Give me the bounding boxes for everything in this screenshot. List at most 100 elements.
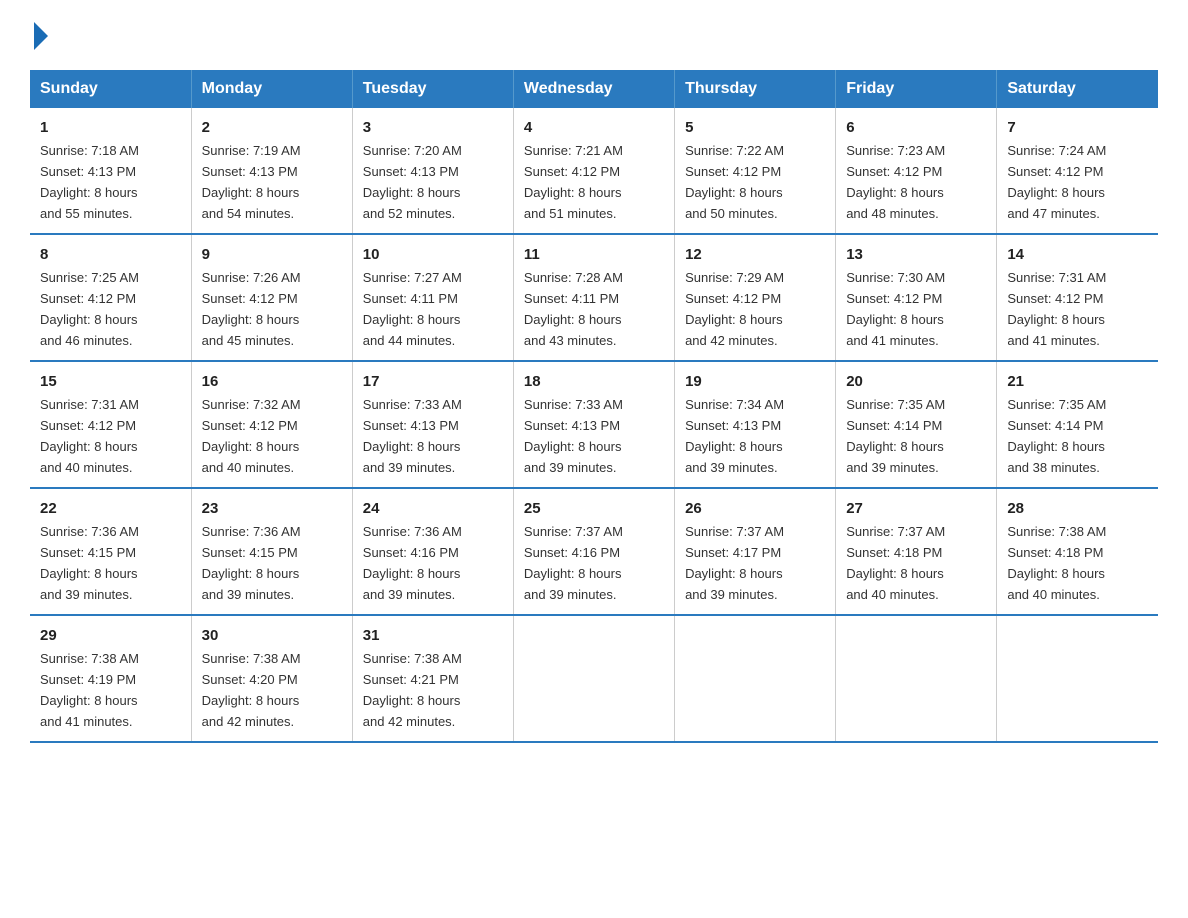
daylight-minutes: and 48 minutes.: [846, 206, 939, 221]
sunset-info: Sunset: 4:12 PM: [685, 164, 781, 179]
sunrise-info: Sunrise: 7:37 AM: [846, 524, 945, 539]
daylight-label: Daylight: 8 hours: [40, 312, 138, 327]
col-header-wednesday: Wednesday: [513, 70, 674, 108]
daylight-minutes: and 51 minutes.: [524, 206, 617, 221]
daylight-label: Daylight: 8 hours: [846, 566, 944, 581]
sunset-info: Sunset: 4:12 PM: [202, 418, 298, 433]
daylight-minutes: and 41 minutes.: [1007, 333, 1100, 348]
daylight-label: Daylight: 8 hours: [202, 566, 300, 581]
day-cell: 30Sunrise: 7:38 AMSunset: 4:20 PMDayligh…: [191, 615, 352, 742]
daylight-label: Daylight: 8 hours: [363, 439, 461, 454]
sunrise-info: Sunrise: 7:27 AM: [363, 270, 462, 285]
daylight-label: Daylight: 8 hours: [685, 566, 783, 581]
logo: [30, 20, 48, 50]
daylight-label: Daylight: 8 hours: [524, 185, 622, 200]
daylight-label: Daylight: 8 hours: [363, 693, 461, 708]
day-cell: 26Sunrise: 7:37 AMSunset: 4:17 PMDayligh…: [675, 488, 836, 615]
daylight-minutes: and 39 minutes.: [524, 587, 617, 602]
sunrise-info: Sunrise: 7:31 AM: [1007, 270, 1106, 285]
sunset-info: Sunset: 4:19 PM: [40, 672, 136, 687]
daylight-minutes: and 39 minutes.: [40, 587, 133, 602]
daylight-label: Daylight: 8 hours: [40, 566, 138, 581]
sunrise-info: Sunrise: 7:36 AM: [40, 524, 139, 539]
day-cell: 24Sunrise: 7:36 AMSunset: 4:16 PMDayligh…: [352, 488, 513, 615]
day-number: 23: [202, 497, 342, 520]
daylight-label: Daylight: 8 hours: [40, 439, 138, 454]
sunset-info: Sunset: 4:11 PM: [363, 291, 458, 306]
day-cell: [675, 615, 836, 742]
logo-arrow-icon: [34, 22, 48, 50]
sunset-info: Sunset: 4:13 PM: [363, 164, 459, 179]
daylight-minutes: and 39 minutes.: [524, 460, 617, 475]
day-number: 16: [202, 370, 342, 393]
day-cell: [513, 615, 674, 742]
day-number: 11: [524, 243, 664, 266]
sunrise-info: Sunrise: 7:38 AM: [40, 651, 139, 666]
day-cell: 16Sunrise: 7:32 AMSunset: 4:12 PMDayligh…: [191, 361, 352, 488]
sunrise-info: Sunrise: 7:38 AM: [1007, 524, 1106, 539]
daylight-minutes: and 42 minutes.: [202, 714, 295, 729]
daylight-label: Daylight: 8 hours: [40, 185, 138, 200]
sunset-info: Sunset: 4:12 PM: [202, 291, 298, 306]
day-number: 21: [1007, 370, 1148, 393]
day-cell: 12Sunrise: 7:29 AMSunset: 4:12 PMDayligh…: [675, 234, 836, 361]
day-cell: 17Sunrise: 7:33 AMSunset: 4:13 PMDayligh…: [352, 361, 513, 488]
day-cell: 27Sunrise: 7:37 AMSunset: 4:18 PMDayligh…: [836, 488, 997, 615]
col-header-sunday: Sunday: [30, 70, 191, 108]
sunset-info: Sunset: 4:16 PM: [363, 545, 459, 560]
day-number: 25: [524, 497, 664, 520]
sunset-info: Sunset: 4:12 PM: [846, 164, 942, 179]
sunset-info: Sunset: 4:13 PM: [202, 164, 298, 179]
day-number: 31: [363, 624, 503, 647]
col-header-thursday: Thursday: [675, 70, 836, 108]
sunrise-info: Sunrise: 7:36 AM: [363, 524, 462, 539]
daylight-minutes: and 52 minutes.: [363, 206, 456, 221]
day-cell: 14Sunrise: 7:31 AMSunset: 4:12 PMDayligh…: [997, 234, 1158, 361]
sunrise-info: Sunrise: 7:35 AM: [1007, 397, 1106, 412]
day-cell: 6Sunrise: 7:23 AMSunset: 4:12 PMDaylight…: [836, 108, 997, 234]
sunset-info: Sunset: 4:13 PM: [685, 418, 781, 433]
daylight-label: Daylight: 8 hours: [1007, 185, 1105, 200]
week-row-1: 1Sunrise: 7:18 AMSunset: 4:13 PMDaylight…: [30, 108, 1158, 234]
day-cell: [836, 615, 997, 742]
day-number: 27: [846, 497, 986, 520]
daylight-minutes: and 43 minutes.: [524, 333, 617, 348]
sunset-info: Sunset: 4:16 PM: [524, 545, 620, 560]
daylight-label: Daylight: 8 hours: [202, 439, 300, 454]
daylight-minutes: and 42 minutes.: [685, 333, 778, 348]
day-number: 19: [685, 370, 825, 393]
sunset-info: Sunset: 4:12 PM: [524, 164, 620, 179]
sunrise-info: Sunrise: 7:31 AM: [40, 397, 139, 412]
sunrise-info: Sunrise: 7:33 AM: [363, 397, 462, 412]
daylight-minutes: and 54 minutes.: [202, 206, 295, 221]
day-number: 13: [846, 243, 986, 266]
daylight-label: Daylight: 8 hours: [1007, 312, 1105, 327]
daylight-label: Daylight: 8 hours: [846, 185, 944, 200]
sunrise-info: Sunrise: 7:24 AM: [1007, 143, 1106, 158]
daylight-minutes: and 39 minutes.: [363, 460, 456, 475]
daylight-minutes: and 39 minutes.: [846, 460, 939, 475]
daylight-minutes: and 44 minutes.: [363, 333, 456, 348]
page-header: [30, 20, 1158, 50]
day-number: 20: [846, 370, 986, 393]
sunrise-info: Sunrise: 7:35 AM: [846, 397, 945, 412]
day-number: 9: [202, 243, 342, 266]
daylight-minutes: and 40 minutes.: [846, 587, 939, 602]
sunset-info: Sunset: 4:15 PM: [202, 545, 298, 560]
daylight-label: Daylight: 8 hours: [524, 566, 622, 581]
calendar-table: SundayMondayTuesdayWednesdayThursdayFrid…: [30, 70, 1158, 743]
week-row-3: 15Sunrise: 7:31 AMSunset: 4:12 PMDayligh…: [30, 361, 1158, 488]
daylight-label: Daylight: 8 hours: [1007, 439, 1105, 454]
daylight-label: Daylight: 8 hours: [40, 693, 138, 708]
sunset-info: Sunset: 4:20 PM: [202, 672, 298, 687]
day-cell: 20Sunrise: 7:35 AMSunset: 4:14 PMDayligh…: [836, 361, 997, 488]
sunset-info: Sunset: 4:13 PM: [363, 418, 459, 433]
daylight-label: Daylight: 8 hours: [202, 312, 300, 327]
day-number: 6: [846, 116, 986, 139]
day-cell: 15Sunrise: 7:31 AMSunset: 4:12 PMDayligh…: [30, 361, 191, 488]
sunset-info: Sunset: 4:15 PM: [40, 545, 136, 560]
daylight-label: Daylight: 8 hours: [685, 185, 783, 200]
sunset-info: Sunset: 4:13 PM: [40, 164, 136, 179]
daylight-minutes: and 50 minutes.: [685, 206, 778, 221]
day-number: 5: [685, 116, 825, 139]
